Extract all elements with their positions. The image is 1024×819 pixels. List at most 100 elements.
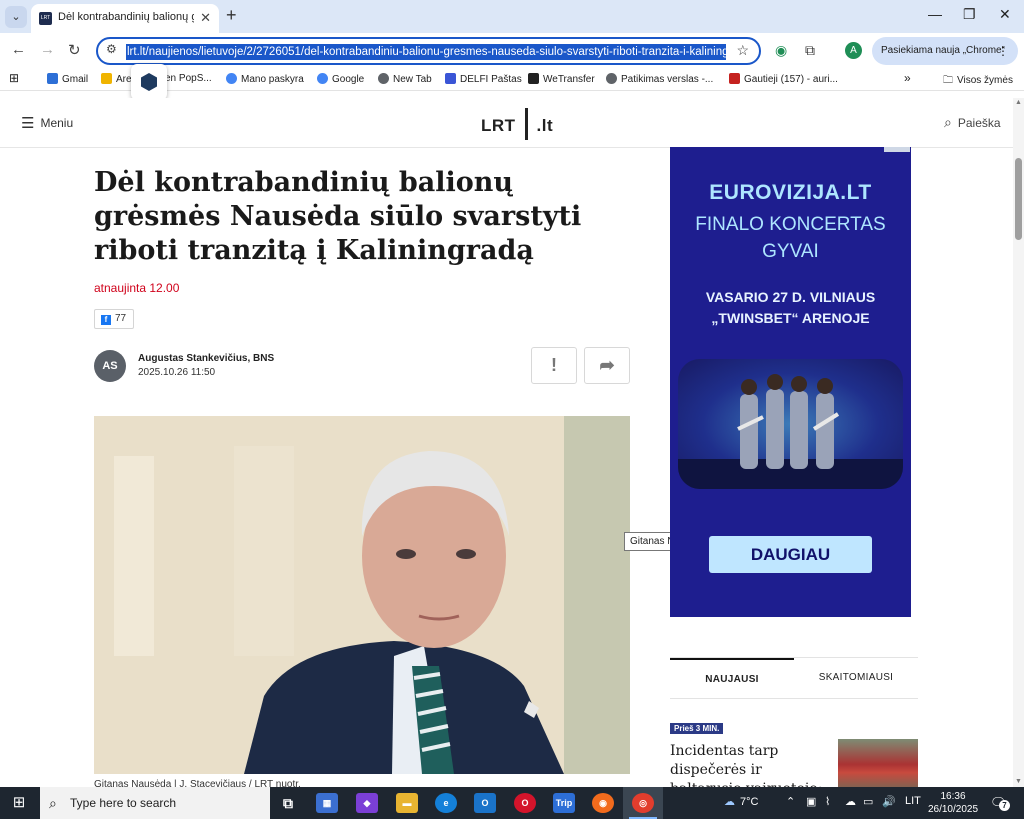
restore-icon[interactable]: ❐ (963, 6, 976, 23)
page-scrollbar[interactable]: ▲ ▼ (1013, 98, 1024, 787)
volume-icon[interactable]: 🔊 (882, 795, 896, 808)
windows-start-icon[interactable]: ⊞ (0, 787, 38, 819)
facebook-icon: f (101, 315, 111, 325)
tab-title: Dėl kontrabandinių balionų grė (58, 11, 194, 23)
delfi-icon (445, 73, 456, 84)
close-icon[interactable]: ✕ (200, 10, 211, 26)
news-tabs: NAUJAUSI SKAITOMIAUSI (670, 657, 918, 699)
bookmark-icon (101, 73, 112, 84)
opera-icon[interactable]: O (514, 793, 536, 813)
tab-skaitomiausi[interactable]: SKAITOMIAUSI (794, 658, 918, 698)
folder-icon: 🗀 (943, 75, 953, 86)
window-close-icon[interactable]: ✕ (999, 6, 1011, 23)
profile-avatar[interactable]: A (845, 42, 862, 59)
extension-popup[interactable] (131, 64, 167, 100)
tab-active[interactable]: LRT Dėl kontrabandinių balionų grė ✕ (31, 4, 219, 33)
forward-icon[interactable]: → (40, 41, 55, 58)
notification-count: 7 (999, 800, 1010, 811)
bookmark-mano-paskyra[interactable]: Mano paskyra (226, 73, 304, 85)
grammarly-icon[interactable]: ◉ (775, 42, 787, 59)
back-icon[interactable]: ← (11, 41, 26, 58)
menu-button[interactable]: ☰ Meniu (21, 114, 73, 132)
news-item-title[interactable]: Incidentas tarp dispečerės ir baltarusio… (670, 742, 830, 787)
cloud-icon: ☁ (724, 796, 735, 808)
search-icon: ⌕ (49, 795, 57, 811)
updated-time: atnaujinta 12.00 (94, 281, 180, 295)
globe-icon (606, 73, 617, 84)
task-view-icon[interactable]: ⧉ (277, 793, 299, 813)
search-icon: ⌕ (944, 114, 952, 130)
logo-separator (524, 108, 528, 140)
article-photo[interactable] (94, 416, 630, 774)
tab-search-icon[interactable]: ⌄ (5, 6, 27, 28)
weather-widget[interactable]: ☁ 7°C (724, 795, 758, 808)
facebook-share-count[interactable]: f 77 (94, 309, 134, 329)
network-icon[interactable]: ▭ (863, 795, 873, 808)
firefox-icon[interactable]: ◉ (592, 793, 614, 813)
hamburger-icon: ☰ (21, 115, 35, 132)
meet-icon[interactable]: ▣ (806, 795, 816, 808)
onedrive-icon[interactable]: ☁ (845, 795, 856, 808)
scrollbar-thumb[interactable] (1015, 158, 1022, 240)
scroll-down-icon[interactable]: ▼ (1015, 778, 1022, 785)
ad-brand: EUROVIZIJA.LT (709, 181, 872, 204)
address-bar[interactable]: ⚙ lrt.lt/naujienos/lietuvoje/2/2726051/d… (96, 37, 761, 65)
extensions-icon[interactable]: ⧉ (805, 42, 815, 59)
taskbar-clock[interactable]: 16:36 26/10/2025 (925, 790, 981, 816)
bookmark-google[interactable]: Google (317, 73, 364, 85)
url-text[interactable]: lrt.lt/naujienos/lietuvoje/2/2726051/del… (126, 44, 726, 60)
publish-date: 2025.10.26 11:50 (138, 367, 216, 378)
bookmark-popsci[interactable]: en PopS... (165, 73, 212, 84)
clipchamp-icon[interactable]: ◆ (356, 793, 378, 813)
notification-icon[interactable]: 🗨 7 (990, 795, 1010, 811)
extension-hex-icon (141, 73, 157, 91)
bookmark-gautieji[interactable]: Gautieji (157) - auri... (729, 73, 838, 85)
site-logo[interactable]: LRT .lt (481, 108, 553, 140)
more-icon[interactable]: ⋮ (997, 37, 1009, 65)
reload-icon[interactable]: ↻ (68, 41, 81, 59)
taskbar-search[interactable]: ⌕ Type here to search (40, 787, 270, 819)
share-button[interactable]: ➦ (584, 347, 630, 384)
bookmark-delfi[interactable]: DELFI Paštas (445, 73, 522, 85)
plus-icon[interactable]: + (226, 5, 237, 26)
author-name[interactable]: Augustas Stankevičius, BNS (138, 353, 274, 364)
report-error-button[interactable]: ! (531, 347, 577, 384)
outlook-icon[interactable]: O (474, 793, 496, 813)
eurovizija-ad-banner[interactable]: EUROVIZIJA.LT FINALO KONCERTAS GYVAI VASA… (670, 147, 911, 617)
ad-choices-icon[interactable] (884, 147, 910, 152)
globe-icon (378, 73, 389, 84)
gmail-icon (47, 73, 58, 84)
store-icon[interactable]: ▦ (316, 793, 338, 813)
scroll-up-icon[interactable]: ▲ (1015, 99, 1022, 106)
bookmark-new-tab[interactable]: New Tab (378, 73, 432, 85)
star-icon[interactable]: ☆ (736, 42, 749, 59)
trip-icon[interactable]: Trip (553, 793, 575, 813)
author-avatar: AS (94, 350, 126, 382)
language-indicator[interactable]: LIT (905, 795, 921, 807)
chrome-icon: ◎ (632, 793, 654, 813)
google-icon (317, 73, 328, 84)
wifi-off-icon[interactable]: ⌇ (825, 795, 830, 808)
site-settings-icon[interactable]: ⚙ (106, 42, 117, 56)
chrome-update-button[interactable]: Pasiekiama nauja „Chrome“ ⋮ (872, 37, 1018, 65)
chrome-taskbar-item[interactable]: ◎ (623, 787, 663, 819)
photo-caption: Gitanas Nausėda | J. Stacevičiaus / LRT … (94, 779, 301, 787)
google-icon (226, 73, 237, 84)
chevron-up-icon[interactable]: ⌃ (786, 795, 795, 808)
windows-taskbar: ⊞ ⌕ Type here to search ⧉ ▦ ◆ ▬ e O O Tr… (0, 787, 1024, 819)
article-headline: Dėl kontrabandinių balionų grėsmės Nausė… (94, 167, 582, 266)
chevron-right-icon[interactable]: » (904, 71, 911, 85)
search-button[interactable]: ⌕ Paieška (944, 114, 1001, 131)
bookmark-wetransfer[interactable]: WeTransfer (528, 73, 595, 85)
edge-icon[interactable]: e (435, 793, 457, 813)
file-explorer-icon[interactable]: ▬ (396, 793, 418, 813)
minimize-icon[interactable]: — (928, 6, 942, 22)
ad-cta-button[interactable]: DAUGIAU (709, 536, 872, 573)
bookmark-gmail[interactable]: Gmail (47, 73, 88, 85)
bookmark-are[interactable]: Are (101, 73, 132, 85)
all-bookmarks[interactable]: 🗀 Visos žymės (943, 73, 1013, 90)
tab-naujausi[interactable]: NAUJAUSI (670, 658, 794, 698)
news-item-thumbnail[interactable] (838, 739, 918, 787)
apps-icon[interactable]: ⊞ (9, 71, 19, 85)
bookmark-patikimas-verslas[interactable]: Patikimas verslas -... (606, 73, 713, 85)
